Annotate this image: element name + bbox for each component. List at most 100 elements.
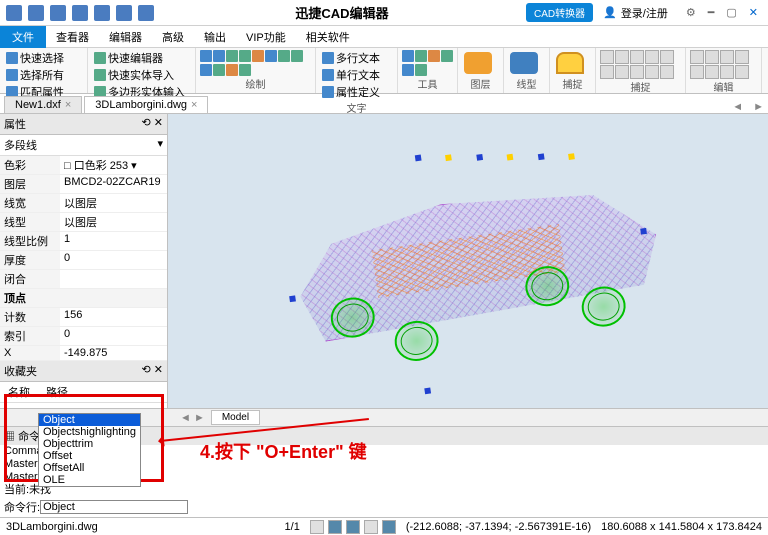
- menu-output[interactable]: 输出: [194, 26, 236, 48]
- draw-point-icon[interactable]: [291, 50, 303, 62]
- autocomplete-item[interactable]: OLE: [39, 474, 140, 486]
- autocomplete-item[interactable]: Object: [39, 414, 140, 426]
- converter-badge[interactable]: CAD转换器: [526, 3, 593, 22]
- draw-block-icon[interactable]: [213, 64, 225, 76]
- quick-select[interactable]: 快速选择: [4, 50, 83, 66]
- prop-x[interactable]: -149.875: [60, 346, 167, 360]
- command-label: 命令行:: [4, 499, 40, 515]
- tool-2-icon[interactable]: [415, 50, 427, 62]
- menu-editor[interactable]: 编辑器: [99, 26, 152, 48]
- print-icon[interactable]: [94, 5, 110, 21]
- draw-dim-icon[interactable]: [239, 64, 251, 76]
- drawing-viewport[interactable]: [168, 114, 768, 408]
- stext[interactable]: 单行文本: [320, 67, 393, 83]
- quick-edit[interactable]: 快速编辑器: [92, 50, 191, 66]
- linetype-icon[interactable]: [510, 52, 538, 74]
- prop-closed[interactable]: [60, 270, 167, 288]
- prop-index[interactable]: 0: [60, 327, 167, 345]
- autocomplete-popup[interactable]: Object Objectshighlighting Objecttrim Of…: [38, 413, 141, 487]
- menu-related[interactable]: 相关软件: [296, 26, 360, 48]
- status-ortho-icon[interactable]: [364, 520, 378, 534]
- group-text-label: 文字: [320, 100, 393, 115]
- autocomplete-item[interactable]: Objecttrim: [39, 438, 140, 450]
- undo-icon[interactable]: [116, 5, 132, 21]
- entity-import[interactable]: 快速实体导入: [92, 67, 191, 83]
- tool-4-icon[interactable]: [441, 50, 453, 62]
- menu-advanced[interactable]: 高级: [152, 26, 194, 48]
- status-polar-icon[interactable]: [382, 520, 396, 534]
- model-tab-nav[interactable]: ◄ ►: [180, 412, 205, 424]
- draw-ellipse-icon[interactable]: [278, 50, 290, 62]
- draw-arc-icon[interactable]: [213, 50, 225, 62]
- draw-circle-icon[interactable]: [226, 50, 238, 62]
- draw-line-icon[interactable]: [200, 50, 212, 62]
- chevron-down-icon: ▾: [157, 137, 163, 153]
- status-grid-icon[interactable]: [328, 520, 342, 534]
- car-model: [266, 136, 670, 387]
- tab-close-icon[interactable]: ×: [65, 99, 71, 111]
- app-icon: [6, 5, 22, 21]
- panel-controls-icon[interactable]: ⟲ ✕: [142, 363, 164, 379]
- redo-icon[interactable]: [138, 5, 154, 21]
- draw-text-icon[interactable]: [226, 64, 238, 76]
- prop-linetype[interactable]: 以图层: [60, 213, 167, 231]
- doc-tab[interactable]: New1.dxf×: [4, 96, 82, 113]
- prop-lineweight[interactable]: 以图层: [60, 194, 167, 212]
- group-line-label: 线型: [508, 76, 545, 91]
- group-layer-label: 图层: [462, 76, 499, 91]
- app-title: 迅捷CAD编辑器: [160, 3, 524, 22]
- new-icon[interactable]: [28, 5, 44, 21]
- save-icon[interactable]: [72, 5, 88, 21]
- tab-nav-left-icon[interactable]: ◄: [728, 101, 747, 113]
- tab-close-icon[interactable]: ×: [191, 99, 197, 111]
- draw-poly-icon[interactable]: [252, 50, 264, 62]
- prop-color[interactable]: □ 口色彩 253 ▾: [60, 156, 167, 174]
- prop-thickness[interactable]: 0: [60, 251, 167, 269]
- entity-selector[interactable]: 多段线▾: [0, 135, 167, 156]
- status-ratio: 1/1: [285, 521, 300, 533]
- tab-nav-right-icon[interactable]: ►: [749, 101, 768, 113]
- layer-icon[interactable]: [464, 52, 492, 74]
- draw-hatch-icon[interactable]: [200, 64, 212, 76]
- doc-tab-active[interactable]: 3DLamborgini.dwg×: [84, 96, 208, 113]
- tool-1-icon[interactable]: [402, 50, 414, 62]
- settings-icon[interactable]: ⚙: [686, 6, 696, 19]
- status-coords: (-212.6088; -37.1394; -2.567391E-16): [406, 521, 591, 533]
- close-icon[interactable]: ✕: [749, 6, 758, 19]
- status-dims: 180.6088 x 141.5804 x 173.8424: [601, 521, 762, 533]
- autocomplete-item[interactable]: OffsetAll: [39, 462, 140, 474]
- status-mode-icon[interactable]: [310, 520, 324, 534]
- draw-rect-icon[interactable]: [239, 50, 251, 62]
- command-input[interactable]: [40, 500, 188, 514]
- snap-icon[interactable]: [556, 52, 584, 74]
- group-snap-label: 捕捉: [554, 76, 591, 91]
- menu-viewer[interactable]: 查看器: [46, 26, 99, 48]
- tool-3-icon[interactable]: [428, 50, 440, 62]
- menu-vip[interactable]: VIP功能: [236, 26, 296, 48]
- minimize-icon[interactable]: ━: [708, 6, 715, 19]
- group-edit-label: 编辑: [690, 79, 757, 94]
- model-space-tab[interactable]: Model: [211, 410, 260, 425]
- group-snap2-label: 捕捉: [600, 79, 681, 94]
- mtext[interactable]: 多行文本: [320, 50, 393, 66]
- maximize-icon[interactable]: ▢: [726, 6, 736, 19]
- group-tool-label: 工具: [402, 76, 453, 91]
- draw-spline-icon[interactable]: [265, 50, 277, 62]
- status-snap-icon[interactable]: [346, 520, 360, 534]
- tool-6-icon[interactable]: [415, 64, 427, 76]
- prop-section-vertex[interactable]: 顶点: [0, 289, 167, 307]
- prop-layer[interactable]: BMCD2-02ZCAR19: [60, 175, 167, 193]
- panel-controls-icon[interactable]: ⟲ ✕: [142, 116, 164, 132]
- attdef[interactable]: 属性定义: [320, 84, 393, 100]
- prop-ltscale[interactable]: 1: [60, 232, 167, 250]
- file-menu[interactable]: 文件: [0, 26, 46, 48]
- edit-grid[interactable]: [690, 50, 757, 79]
- snap-grid[interactable]: [600, 50, 681, 79]
- autocomplete-item[interactable]: Objectshighlighting: [39, 426, 140, 438]
- tool-5-icon[interactable]: [402, 64, 414, 76]
- login-link[interactable]: 👤 登录/注册: [603, 5, 668, 21]
- annotation-text: 4.按下 "O+Enter" 键: [200, 438, 367, 464]
- autocomplete-item[interactable]: Offset: [39, 450, 140, 462]
- select-all[interactable]: 选择所有: [4, 67, 83, 83]
- open-icon[interactable]: [50, 5, 66, 21]
